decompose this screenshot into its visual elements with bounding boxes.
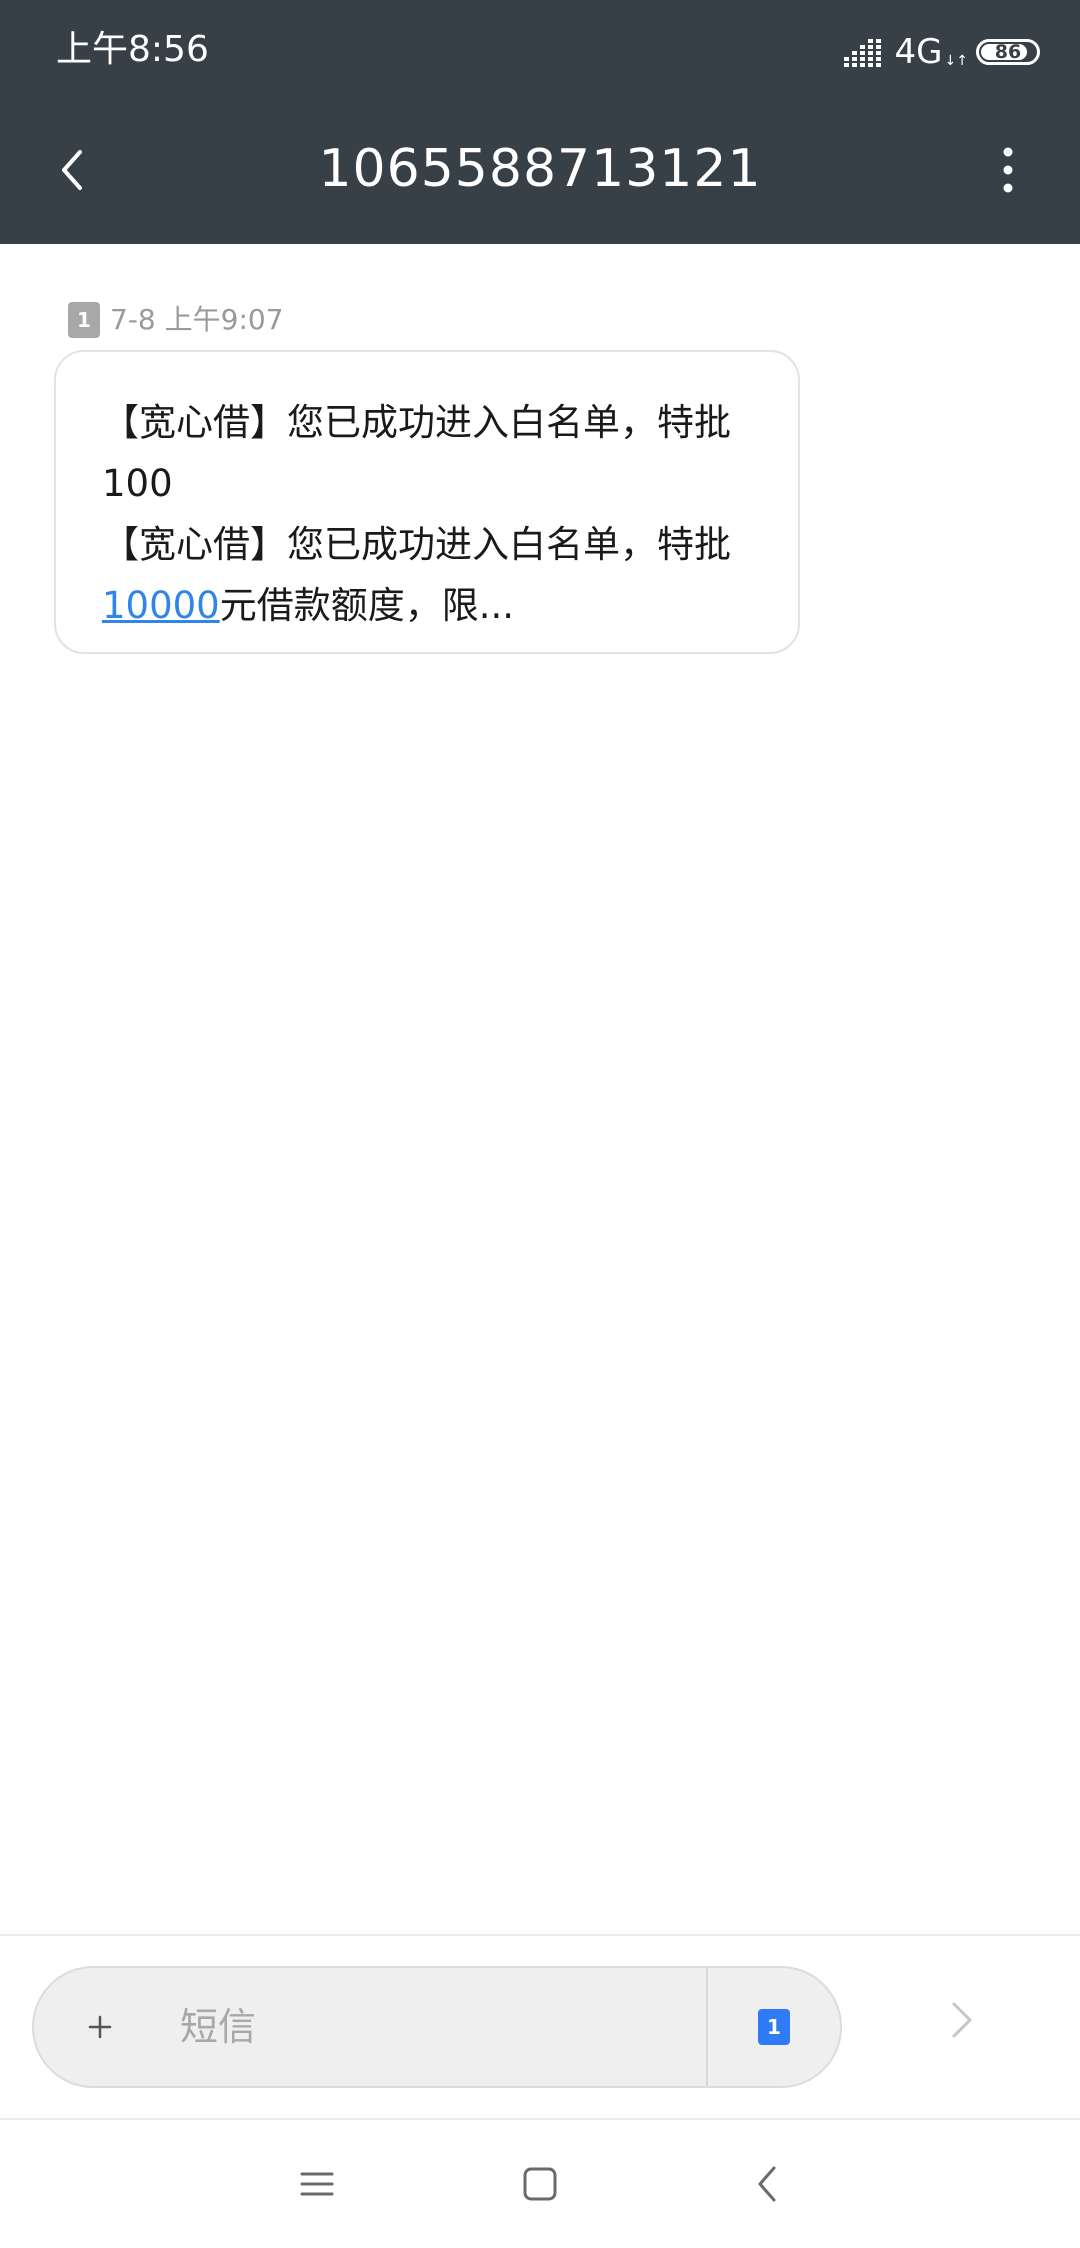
send-icon[interactable]: [940, 1998, 984, 2042]
home-icon[interactable]: [510, 2154, 570, 2214]
status-bar: 上午8:56 4G ↓↑ 86: [0, 0, 1080, 100]
status-indicators: 4G ↓↑ 86: [841, 30, 1040, 74]
title-bar: 1065588713121: [0, 100, 1080, 244]
message-line: 【宽心借】您已成功进入白名单，特批: [102, 401, 731, 444]
back-icon[interactable]: [738, 2154, 798, 2214]
messaging-app: 上午8:56 4G ↓↑ 86 1065588713121 1 7-8 上午9:…: [0, 0, 1080, 2248]
sim-select-button[interactable]: 1: [708, 1968, 840, 2086]
signal-icon: [841, 37, 881, 67]
network-type: 4G: [894, 32, 943, 72]
message-line: 【宽心借】您已成功进入白名单，特批: [102, 523, 731, 566]
message-timestamp: 7-8 上午9:07: [110, 303, 284, 336]
battery-icon: 86: [976, 39, 1040, 65]
compose-bar: 1: [0, 1934, 1080, 2120]
message-list[interactable]: 1 7-8 上午9:07 【宽心借】您已成功进入白名单，特批 100 【宽心借】…: [0, 244, 1080, 1934]
conversation-title: 1065588713121: [318, 139, 762, 199]
data-activity-icon: ↓↑: [944, 53, 968, 69]
status-time: 上午8:56: [56, 29, 209, 70]
header: 上午8:56 4G ↓↑ 86 1065588713121: [0, 0, 1080, 244]
sim-card-icon: 1: [68, 302, 100, 338]
compose-box: 1: [32, 1966, 842, 2088]
sim-card-icon: 1: [758, 2009, 790, 2045]
message-line: 100: [102, 462, 173, 505]
message-text: 元借款额度，限...: [219, 584, 514, 627]
battery-level: 86: [994, 41, 1022, 63]
message-meta: 1 7-8 上午9:07: [68, 302, 284, 338]
more-vertical-icon[interactable]: [996, 140, 1020, 200]
message-input[interactable]: [180, 1994, 700, 2060]
message-bubble[interactable]: 【宽心借】您已成功进入白名单，特批 100 【宽心借】您已成功进入白名单，特批 …: [54, 350, 800, 654]
navigation-bar: [0, 2120, 1080, 2248]
plus-icon[interactable]: [78, 2005, 122, 2049]
menu-icon[interactable]: [287, 2154, 347, 2214]
number-link[interactable]: 10000: [102, 584, 220, 627]
message-line: 10000元借款额度，限...: [102, 575, 752, 636]
